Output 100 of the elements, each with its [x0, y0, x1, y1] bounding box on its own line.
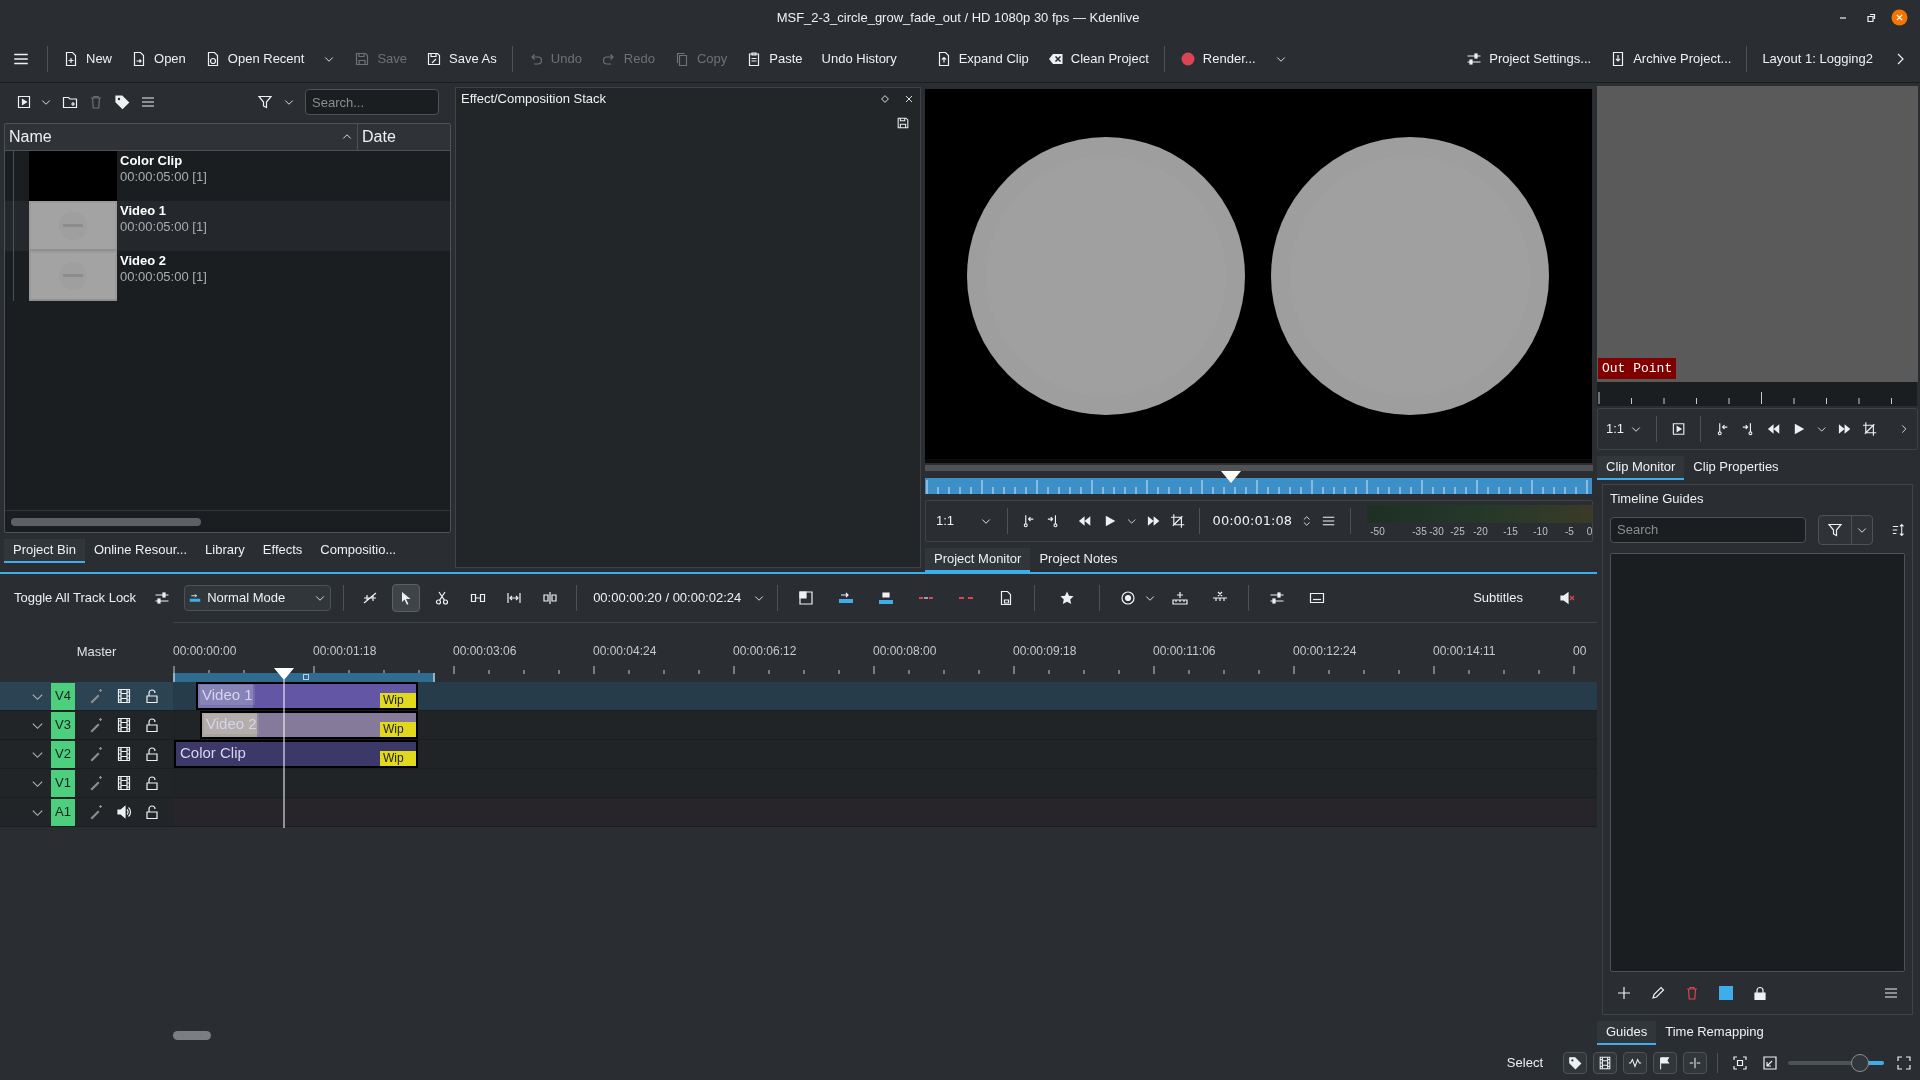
toolbar-button[interactable]: Paste [738, 42, 811, 75]
crop-icon[interactable] [1170, 513, 1186, 529]
sliders-icon[interactable] [1269, 590, 1286, 606]
timeline-clip[interactable]: Video 2 Wip [200, 711, 418, 739]
tab[interactable]: Clip Monitor [1597, 456, 1685, 480]
clip-add-icon[interactable] [1671, 421, 1687, 437]
playhead[interactable] [274, 668, 294, 828]
timecode[interactable]: 00:00:00:20 / 00:00:02:24 [593, 588, 742, 608]
status-button[interactable] [1623, 1051, 1647, 1074]
timeline-clip[interactable]: Video 1 Wip [196, 682, 418, 710]
scrollbar[interactable] [173, 1030, 211, 1040]
zone-handle[interactable] [303, 674, 309, 680]
lock-closed-icon[interactable] [1752, 985, 1768, 1001]
toolbar-button[interactable]: Archive Project... [1602, 42, 1740, 75]
filter-button[interactable] [1817, 514, 1873, 545]
track-name[interactable]: V2 [51, 740, 75, 768]
toolbar-button[interactable]: Render... [1171, 42, 1295, 75]
track-header[interactable]: V3 [0, 711, 173, 739]
ruler-plus-icon[interactable] [1172, 590, 1189, 606]
bin-row[interactable]: Video 1 00:00:05:00 [1] [5, 201, 450, 251]
film-icon[interactable] [116, 717, 132, 733]
lift-icon[interactable] [878, 590, 895, 606]
tool-button[interactable] [392, 584, 421, 612]
lock-icon[interactable] [144, 746, 160, 762]
slider-thumb[interactable] [1851, 1053, 1869, 1072]
fit-icon[interactable] [1732, 1054, 1748, 1071]
rewind-icon[interactable] [1765, 421, 1781, 437]
speaker-icon[interactable] [116, 804, 132, 820]
toolbar-button[interactable]: Open Recent [196, 42, 344, 75]
filter-icon[interactable] [257, 94, 273, 110]
lock-icon[interactable] [144, 775, 160, 791]
toolbar-button[interactable]: Layout 1: Logging2 [1754, 42, 1881, 75]
zoom-dropdown[interactable]: 1:1 [1606, 419, 1643, 439]
toolbar-button[interactable]: Expand Clip [927, 42, 1037, 75]
plus-icon[interactable] [1616, 985, 1632, 1001]
lock-icon[interactable] [144, 688, 160, 704]
diamond-icon[interactable] [879, 93, 891, 105]
track-header[interactable]: V2 [0, 740, 173, 768]
tab[interactable]: Project Bin [4, 539, 85, 563]
lock-icon[interactable] [144, 804, 160, 820]
film-icon[interactable] [116, 775, 132, 791]
mute-icon[interactable] [1559, 590, 1575, 606]
composition[interactable]: Wip [380, 722, 416, 737]
floppy-icon[interactable] [896, 116, 910, 130]
track-lane[interactable]: Video 1 Wip [173, 682, 1597, 710]
close-icon[interactable] [903, 93, 915, 105]
rewind-icon[interactable] [1077, 513, 1093, 529]
tab[interactable]: Guides [1597, 1021, 1657, 1045]
timecode[interactable]: 00:00:01:08 [1212, 511, 1292, 531]
sliders-icon[interactable] [154, 590, 171, 606]
zone-bar[interactable] [173, 673, 435, 682]
wand-icon[interactable] [88, 746, 104, 762]
timeline-clip[interactable]: Color Clip Wip [174, 740, 418, 768]
zoom-slider[interactable] [1788, 1053, 1884, 1072]
subtitle-icon[interactable] [1309, 590, 1326, 606]
search-field[interactable]: Search [1610, 516, 1806, 543]
track-header[interactable]: V4 [0, 682, 173, 710]
star-icon[interactable] [1059, 590, 1076, 606]
record-outline-icon[interactable] [1120, 590, 1137, 606]
wand-icon[interactable] [88, 775, 104, 791]
track-name[interactable]: V3 [51, 711, 75, 739]
overlay-clip-icon[interactable] [798, 590, 815, 606]
subtitles-button[interactable]: Subtitles [1469, 588, 1527, 608]
trash-icon[interactable] [88, 94, 104, 110]
color-swatch-icon[interactable] [1718, 985, 1734, 1001]
film-icon[interactable] [116, 688, 132, 704]
column-header[interactable]: Date [358, 124, 400, 150]
scrollbar[interactable] [11, 517, 201, 526]
film-icon[interactable] [116, 746, 132, 762]
wand-icon[interactable] [88, 717, 104, 733]
status-button[interactable] [1563, 1051, 1587, 1074]
folder-plus-icon[interactable] [62, 94, 78, 110]
close-circle-icon[interactable] [1891, 9, 1908, 26]
toolbar-button[interactable]: Clean Project [1039, 42, 1157, 75]
wand-icon[interactable] [88, 804, 104, 820]
trash-icon[interactable] [1684, 985, 1700, 1001]
status-button[interactable] [1593, 1051, 1617, 1074]
track-name[interactable]: A1 [51, 798, 75, 826]
track-lane[interactable]: Video 2 Wip [173, 711, 1597, 739]
composition[interactable]: Wip [380, 693, 416, 708]
track-name[interactable]: V1 [51, 769, 75, 797]
toolbar-button[interactable]: Open [123, 42, 194, 75]
insert-track-icon[interactable] [838, 590, 855, 606]
search-field[interactable]: Search... [305, 89, 439, 115]
crop-icon[interactable] [1862, 421, 1878, 437]
mode-dropdown[interactable]: Normal Mode [184, 585, 332, 611]
track-name[interactable]: V4 [51, 682, 75, 710]
tag-icon[interactable] [114, 94, 130, 110]
zoom-dropdown[interactable]: 1:1 [934, 511, 995, 531]
track-header[interactable]: V1 [0, 769, 173, 797]
composition[interactable]: Wip [380, 751, 416, 766]
sort-icon[interactable] [1890, 521, 1905, 538]
toolbar-button[interactable]: Save As [418, 42, 505, 75]
column-header[interactable]: Name [9, 125, 52, 149]
expand-corners-icon[interactable] [1896, 1054, 1912, 1071]
lock-icon[interactable] [144, 717, 160, 733]
toolbar-button[interactable]: New [55, 42, 120, 75]
toolbar-button[interactable]: Undo History [813, 42, 905, 75]
tab[interactable]: Project Monitor [925, 548, 1031, 572]
toolbar-button[interactable]: Project Settings... [1458, 42, 1600, 75]
